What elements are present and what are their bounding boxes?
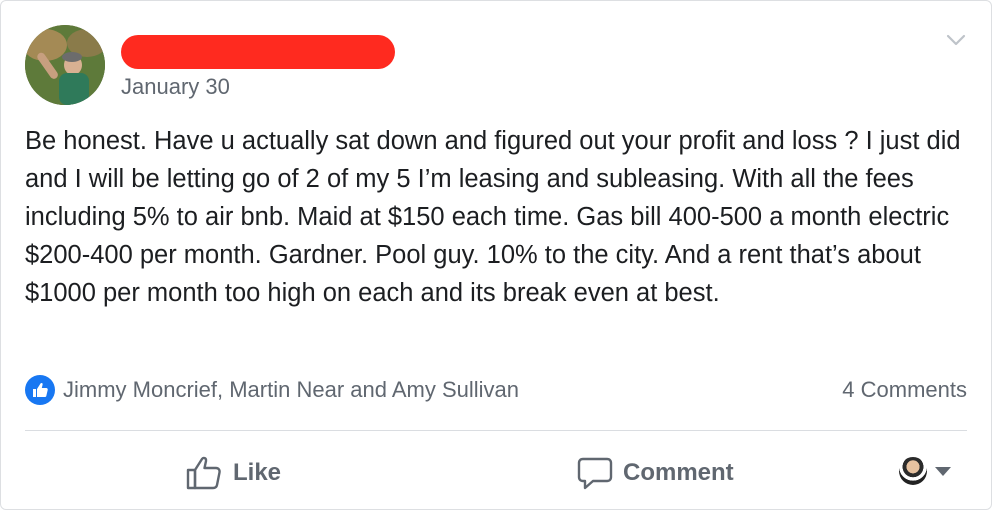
thumbs-up-icon xyxy=(25,375,55,405)
comment-button[interactable]: Comment xyxy=(577,445,734,501)
likers-list[interactable]: Jimmy Moncrief, Martin Near and Amy Sull… xyxy=(63,377,519,403)
user-avatar xyxy=(899,457,927,485)
comment-label: Comment xyxy=(623,459,734,486)
reaction-profile-switcher[interactable] xyxy=(899,457,951,485)
post-card: January 30 Be honest. Have u actually sa… xyxy=(0,0,992,510)
speech-bubble-icon xyxy=(577,457,613,490)
divider xyxy=(25,430,967,431)
post-body: Be honest. Have u actually sat down and … xyxy=(25,127,961,307)
author-avatar[interactable] xyxy=(25,25,105,105)
thumbs-up-outline-icon xyxy=(186,456,221,490)
action-bar: Like Comment xyxy=(25,445,967,501)
like-button[interactable]: Like xyxy=(185,445,281,501)
chevron-down-icon[interactable] xyxy=(945,29,967,51)
post-timestamp[interactable]: January 30 xyxy=(121,74,230,100)
redacted-author-name xyxy=(121,35,395,69)
reactions-summary: Jimmy Moncrief, Martin Near and Amy Sull… xyxy=(25,374,967,406)
like-label: Like xyxy=(233,459,282,486)
caret-down-icon xyxy=(935,466,951,476)
comments-count[interactable]: 4 Comments xyxy=(842,377,967,403)
author-photo xyxy=(25,25,105,105)
